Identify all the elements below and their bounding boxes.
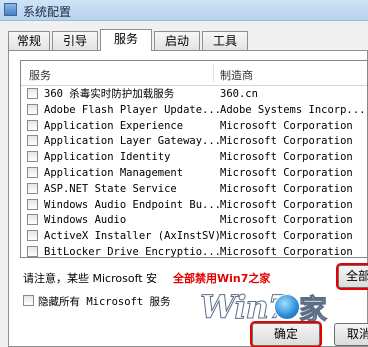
column-separator[interactable] [213, 64, 214, 82]
hide-ms-checkbox[interactable] [23, 295, 34, 306]
service-row[interactable]: ASP.NET State Service Microsoft Corporati… [21, 181, 367, 197]
service-row[interactable]: BitLocker Drive Encryptio... Microsoft Co… [21, 244, 367, 258]
service-manufacturer: Microsoft Corporation [220, 198, 353, 211]
service-manufacturer: Microsoft Corporation [220, 167, 353, 179]
window-title: 系统配置 [23, 5, 72, 19]
service-row[interactable]: Application Experience Microsoft Corporat… [21, 118, 367, 134]
tab-general[interactable]: 常规 [8, 31, 50, 50]
service-row[interactable]: Application Management Microsoft Corporat… [21, 165, 367, 181]
service-row[interactable]: 360 杀毒实时防护加载服务 360.cn [21, 86, 367, 102]
service-manufacturer: Microsoft Corporation [220, 214, 353, 227]
service-manufacturer: Microsoft Corporation [220, 135, 353, 148]
service-row[interactable]: ActiveX Installer (AxInstSV) Microsoft Co… [21, 228, 367, 244]
service-manufacturer: Microsoft Corporation [220, 182, 353, 195]
tab-boot[interactable]: 引导 [52, 31, 98, 50]
tab-startup[interactable]: 启动 [154, 31, 200, 50]
windows-orb-icon [274, 294, 300, 320]
enable-all-button[interactable]: 全部 [336, 263, 368, 290]
service-name: Windows Audio [44, 214, 127, 227]
service-manufacturer: 360.cn [220, 88, 258, 100]
watermark-caption: 全部禁用Win7之家 [173, 272, 271, 285]
service-checkbox[interactable] [27, 151, 38, 163]
column-service[interactable]: 服务 [29, 67, 51, 83]
service-checkbox[interactable] [27, 167, 38, 178]
service-row[interactable]: Windows Audio Microsoft Corporation [21, 212, 367, 228]
service-name: Application Management [44, 167, 184, 179]
tab-tools[interactable]: 工具 [202, 31, 248, 50]
service-name: Windows Audio Endpoint Bu... [44, 198, 222, 211]
service-manufacturer: Microsoft Corporation [220, 246, 353, 258]
service-name: Application Experience [44, 119, 184, 132]
service-manufacturer: Microsoft Corporation [220, 151, 353, 164]
service-checkbox[interactable] [27, 135, 38, 147]
service-manufacturer: Microsoft Corporation [220, 230, 353, 243]
service-row[interactable]: Windows Audio Endpoint Bu... Microsoft Co… [21, 197, 367, 213]
service-manufacturer: Adobe Systems Incorp... [220, 103, 366, 116]
service-checkbox[interactable] [27, 198, 38, 210]
service-checkbox[interactable] [27, 182, 38, 194]
tab-services[interactable]: 服务 [100, 29, 152, 51]
service-row[interactable]: Application Layer Gateway... Microsoft Co… [21, 133, 367, 149]
service-name: BitLocker Drive Encryptio... [44, 246, 222, 258]
service-name: Application Layer Gateway... [44, 135, 222, 148]
list-header: 服务 制造商 [21, 61, 367, 86]
service-checkbox[interactable] [27, 119, 38, 131]
service-name: ASP.NET State Service [44, 182, 177, 195]
service-name: Adobe Flash Player Update... [44, 103, 222, 116]
service-row[interactable]: Application Identity Microsoft Corporatio… [21, 149, 367, 165]
service-name: 360 杀毒实时防护加载服务 [44, 88, 175, 100]
service-checkbox[interactable] [27, 230, 38, 242]
service-checkbox[interactable] [27, 214, 38, 226]
service-manufacturer: Microsoft Corporation [220, 119, 353, 132]
column-manufacturer[interactable]: 制造商 [220, 67, 253, 83]
system-config-icon [4, 3, 17, 16]
ok-button[interactable]: 确定 [250, 321, 322, 347]
services-list[interactable]: 服务 制造商 360 杀毒实时防护加载服务 360.cn Adobe Flash P… [20, 60, 368, 258]
win7-watermark-logo: Win7 家 [199, 288, 328, 327]
service-checkbox[interactable] [27, 246, 38, 257]
title-bar: 系统配置 [0, 0, 368, 21]
service-checkbox[interactable] [27, 88, 38, 99]
cancel-button[interactable]: 取消 [334, 323, 368, 346]
service-checkbox[interactable] [27, 103, 38, 115]
service-name: ActiveX Installer (AxInstSV) [44, 230, 222, 243]
service-name: Application Identity [44, 151, 171, 164]
service-row[interactable]: Adobe Flash Player Update... Adobe System… [21, 102, 367, 118]
